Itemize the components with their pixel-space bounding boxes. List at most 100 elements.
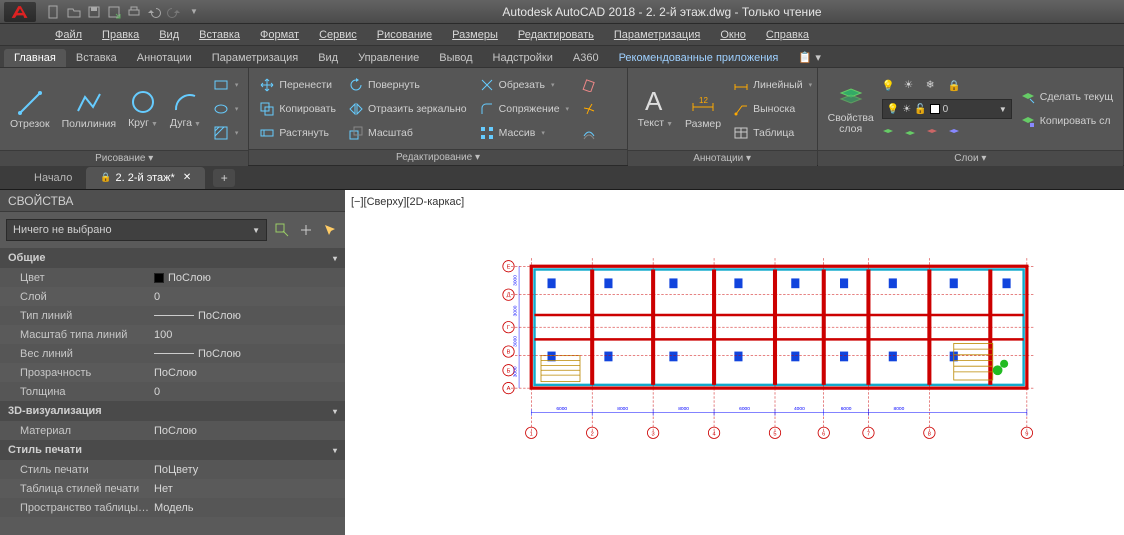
panel-annotation-title[interactable]: Аннотации ▾ (628, 150, 817, 166)
menu-insert[interactable]: Вставка (189, 26, 250, 44)
menu-edit[interactable]: Правка (92, 26, 149, 44)
plot-icon[interactable] (126, 4, 142, 20)
props-row[interactable]: ЦветПоСлою (0, 268, 345, 287)
app-menu-button[interactable] (4, 2, 36, 22)
menu-modify[interactable]: Редактировать (508, 26, 604, 44)
polyline-button[interactable]: Полилиния (58, 72, 121, 146)
ribbon-tab-parametric[interactable]: Параметризация (202, 49, 308, 67)
props-row[interactable]: Таблица стилей печатиНет (0, 479, 345, 498)
layer-toggle-1[interactable]: 💡 (882, 74, 902, 96)
move-button[interactable]: Перенести (255, 74, 340, 96)
ellipse-button[interactable]: ▾ (209, 98, 243, 120)
props-section-header[interactable]: 3D-визуализация▾ (0, 401, 345, 421)
svg-text:Г: Г (507, 325, 510, 331)
panel-modify-title[interactable]: Редактирование ▾ (249, 149, 626, 165)
layer-misc-3[interactable] (926, 122, 946, 144)
arc-button[interactable]: Дуга▼ (166, 72, 205, 146)
ribbon-tab-annotate[interactable]: Аннотации (127, 49, 202, 67)
explode-button[interactable] (577, 98, 601, 120)
leader-icon (733, 101, 749, 117)
erase-button[interactable] (577, 74, 601, 96)
panel-draw-title[interactable]: Рисование ▾ (0, 150, 248, 166)
panel-layers-title[interactable]: Слои ▾ (818, 150, 1123, 166)
props-row[interactable]: Вес линийПоСлою (0, 344, 345, 363)
new-icon[interactable] (46, 4, 62, 20)
props-row[interactable]: ПрозрачностьПоСлою (0, 363, 345, 382)
layer-props-button[interactable]: Свойства слоя (824, 72, 878, 146)
layer-misc-4[interactable] (948, 122, 968, 144)
menu-help[interactable]: Справка (756, 26, 819, 44)
viewport-label[interactable]: [−][Сверху][2D-каркас] (351, 196, 464, 208)
selection-dropdown[interactable]: Ничего не выбрано▼ (6, 219, 267, 241)
saveas-icon[interactable] (106, 4, 122, 20)
ribbon-tab-more[interactable]: 📋▾ (788, 48, 834, 67)
text-button[interactable]: A Текст▼ (634, 72, 677, 146)
ribbon-tab-addins[interactable]: Надстройки (483, 49, 563, 67)
menu-view[interactable]: Вид (149, 26, 189, 44)
menu-file[interactable]: Файл (45, 26, 92, 44)
menu-format[interactable]: Формат (250, 26, 309, 44)
layer-toggle-3[interactable]: ❄ (926, 74, 946, 96)
props-row[interactable]: Слой0 (0, 287, 345, 306)
menu-tools[interactable]: Сервис (309, 26, 367, 44)
layer-misc-2[interactable] (904, 122, 924, 144)
layer-selector[interactable]: 💡 ☀ 🔓 0 ▼ (882, 99, 1012, 119)
props-section-header[interactable]: Стиль печати▾ (0, 440, 345, 460)
trim-button[interactable]: Обрезать▾ (475, 74, 573, 96)
circle-button[interactable]: Круг▼ (124, 72, 162, 146)
add-tab-button[interactable]: + (213, 169, 235, 187)
close-tab-icon[interactable]: ✕ (183, 172, 191, 183)
layer-misc-1[interactable] (882, 122, 902, 144)
linear-dim-button[interactable]: Линейный▾ (729, 74, 816, 96)
leader-button[interactable]: Выноска (729, 98, 816, 120)
ribbon-tab-home[interactable]: Главная (4, 49, 66, 67)
rect-button[interactable]: ▾ (209, 74, 243, 96)
qat-dropdown-icon[interactable]: ▼ (186, 4, 202, 20)
menu-draw[interactable]: Рисование (367, 26, 442, 44)
hatch-button[interactable]: ▾ (209, 122, 243, 144)
props-section-header[interactable]: Общие▾ (0, 248, 345, 268)
array-button[interactable]: Массив▾ (475, 122, 573, 144)
linetype-preview (154, 315, 194, 316)
layer-toggle-4[interactable]: 🔒 (948, 74, 968, 96)
quick-select-icon[interactable] (273, 221, 291, 239)
undo-icon[interactable] (146, 4, 162, 20)
fillet-button[interactable]: Сопряжение▾ (475, 98, 573, 120)
line-button[interactable]: Отрезок (6, 72, 54, 146)
ribbon-tab-a360[interactable]: A360 (563, 49, 609, 67)
table-button[interactable]: Таблица (729, 122, 816, 144)
menu-parametric[interactable]: Параметризация (604, 26, 710, 44)
props-row[interactable]: МатериалПоСлою (0, 421, 345, 440)
dimension-button[interactable]: 12 Размер (681, 72, 725, 146)
copy-button[interactable]: Копировать (255, 98, 340, 120)
menu-dimension[interactable]: Размеры (442, 26, 508, 44)
stretch-button[interactable]: Растянуть (255, 122, 340, 144)
scale-button[interactable]: Масштаб (344, 122, 471, 144)
canvas[interactable]: [−][Сверху][2D-каркас] (345, 190, 1124, 535)
props-row[interactable]: Масштаб типа линий100 (0, 325, 345, 344)
menu-window[interactable]: Окно (710, 26, 756, 44)
rotate-button[interactable]: Повернуть (344, 74, 471, 96)
doc-tab-current[interactable]: 🔒 2. 2-й этаж* ✕ (86, 167, 205, 189)
ribbon-tab-output[interactable]: Вывод (429, 49, 482, 67)
ribbon-tab-manage[interactable]: Управление (348, 49, 429, 67)
layer-toggle-2[interactable]: ☀ (904, 74, 924, 96)
props-row[interactable]: Пространство таблицы стил...Модель (0, 498, 345, 517)
open-icon[interactable] (66, 4, 82, 20)
pickadd-icon[interactable] (297, 221, 315, 239)
doc-tab-start[interactable]: Начало (20, 167, 86, 189)
props-row[interactable]: Стиль печатиПоЦвету (0, 460, 345, 479)
ribbon-tab-view[interactable]: Вид (308, 49, 348, 67)
save-icon[interactable] (86, 4, 102, 20)
props-row[interactable]: Тип линийПоСлою (0, 306, 345, 325)
ribbon-tab-featured[interactable]: Рекомендованные приложения (609, 49, 789, 67)
offset-button[interactable] (577, 122, 601, 144)
svg-text:6000: 6000 (739, 406, 750, 412)
make-current-button[interactable]: Сделать текущ (1016, 86, 1117, 108)
match-layer-button[interactable]: Копировать сл (1016, 110, 1117, 132)
ribbon-tab-insert[interactable]: Вставка (66, 49, 127, 67)
mirror-button[interactable]: Отразить зеркально (344, 98, 471, 120)
props-row[interactable]: Толщина0 (0, 382, 345, 401)
select-objects-icon[interactable] (321, 221, 339, 239)
redo-icon[interactable] (166, 4, 182, 20)
